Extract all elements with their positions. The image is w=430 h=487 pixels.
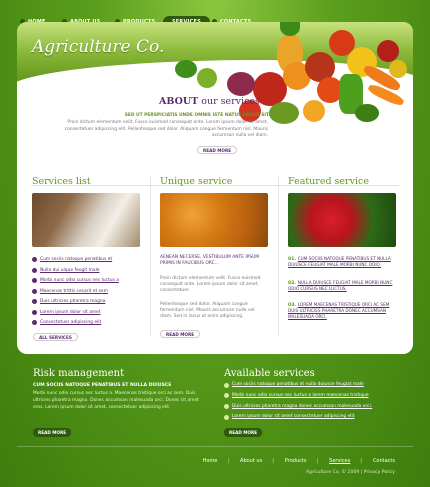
- about-text: Proin dictum elementum velit. Fusce euis…: [64, 120, 268, 139]
- list-item[interactable]: Nulla dui ulque feugit male: [32, 267, 140, 278]
- list-item[interactable]: Cum sociis natoque penatibus et: [32, 256, 140, 267]
- list-item[interactable]: Morbi nunc odio cursus nec luctus a lore…: [224, 393, 409, 404]
- about-subheading: SED UT PERSPICIATIS UNDE OMNIS ISTE NATU…: [124, 113, 270, 118]
- available-read-more-button[interactable]: READ MORE: [224, 428, 263, 437]
- unique-service-heading[interactable]: AENEAN NECERSE, VESTIBULUM ANTE IPSUM PR…: [160, 255, 270, 267]
- pumpkins-image: [160, 193, 268, 247]
- risk-read-more-button[interactable]: READ MORE: [33, 428, 72, 437]
- radishes-image: [288, 193, 396, 247]
- list-item[interactable]: Duis ultricies pharetra magna: [32, 298, 140, 309]
- about-read-more-button[interactable]: READ MORE: [197, 146, 238, 154]
- list-item[interactable]: Lorem ipsum dolor sit amet: [32, 309, 140, 320]
- available-services-list: Cum sociis natoque penatibus et nulla du…: [224, 382, 409, 425]
- featured-item[interactable]: 02. NULLA DUIUSCE FEUGIAT MALE MORBI NUN…: [288, 280, 396, 292]
- featured-item[interactable]: 01. CUM SOCIIS NATOQUE PENATIBUS ET NULL…: [288, 256, 396, 268]
- unique-service-title: Unique service: [160, 176, 233, 187]
- footer-link-services[interactable]: Services: [329, 458, 350, 464]
- footer-link-contacts[interactable]: Contacts: [373, 458, 395, 464]
- footer-navigation: Home | About us | Products | Services | Contacts: [202, 458, 395, 464]
- services-list: Cum sociis natoque penatibus et Nulla du…: [32, 256, 140, 330]
- all-services-button[interactable]: ALL SERVICES: [33, 333, 78, 341]
- about-title: ABOUT our services: [159, 96, 260, 107]
- unique-read-more-button[interactable]: READ MORE: [160, 330, 201, 338]
- column-divider: [150, 176, 151, 336]
- risk-management-title: Risk management: [33, 368, 125, 379]
- featured-item[interactable]: 03. LOREM MAECENAS TRISTIQUE ORCI AC SEM…: [288, 302, 396, 321]
- footer-link-products[interactable]: Products: [285, 458, 307, 464]
- available-services-title: Available services: [224, 368, 315, 379]
- list-item[interactable]: Morbi nunc odio cursus nec luctus a: [32, 277, 140, 288]
- featured-service-title: Featured service: [288, 176, 369, 187]
- footer-link-home[interactable]: Home: [203, 458, 218, 464]
- list-item[interactable]: Lorem ipsum dolor sit amet consectetuer …: [224, 414, 409, 425]
- column-divider: [278, 176, 279, 336]
- risk-management-heading: CUM SOCIIS NATOQUE PENATIBUS ET NULLA DU…: [33, 383, 172, 388]
- unique-service-text: Pellentesque sed dolor. Aliquam congue f…: [160, 302, 255, 320]
- footer-divider: [17, 446, 413, 447]
- risk-management-text: Morbi nunc odio cursus nec luctus a. Mae…: [33, 391, 199, 410]
- footer-link-about-us[interactable]: About us: [240, 458, 262, 464]
- list-item[interactable]: Cum sociis natoque penatibus et nulla du…: [224, 382, 409, 393]
- services-list-title: Services list: [32, 176, 91, 187]
- cow-image: [32, 193, 140, 247]
- site-logo[interactable]: Agriculture Co.: [32, 37, 164, 57]
- unique-service-text: Proin dictum elementum velit. Fusce euis…: [160, 276, 261, 294]
- copyright-text: Agriculture Co. © 2009 | Privacy Policy: [305, 470, 395, 475]
- list-item[interactable]: Maecenas trittis cesarit et sem: [32, 288, 140, 299]
- list-item[interactable]: Consectetuer adipiscing elit: [32, 319, 140, 330]
- list-item[interactable]: Duis ultricies pharetra magna donec accu…: [224, 404, 409, 415]
